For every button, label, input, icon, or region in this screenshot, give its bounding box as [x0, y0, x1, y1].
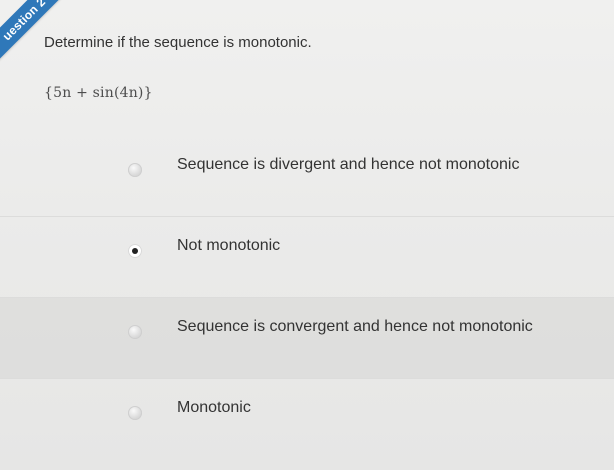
question-prompt: Determine if the sequence is monotonic. — [44, 34, 312, 51]
radio-button[interactable] — [128, 325, 142, 339]
answer-option[interactable]: Monotonic — [0, 378, 614, 459]
answer-option[interactable]: Sequence is convergent and hence not mon… — [0, 297, 614, 378]
radio-button[interactable] — [128, 163, 142, 177]
answer-option-label[interactable]: Not monotonic — [177, 237, 280, 255]
radio-button-selected[interactable] — [128, 244, 142, 258]
answer-option-label[interactable]: Sequence is divergent and hence not mono… — [177, 156, 519, 174]
sequence-expression: {5n + sin(4n)} — [44, 85, 153, 101]
answer-option[interactable]: Not monotonic — [0, 216, 614, 297]
answer-option[interactable]: Sequence is divergent and hence not mono… — [0, 136, 614, 216]
answer-options: Sequence is divergent and hence not mono… — [0, 136, 614, 459]
radio-button[interactable] — [128, 406, 142, 420]
answer-option-label[interactable]: Monotonic — [177, 399, 251, 417]
answer-option-label[interactable]: Sequence is convergent and hence not mon… — [177, 318, 533, 336]
question-page: uestion 2 Determine if the sequence is m… — [0, 0, 614, 470]
